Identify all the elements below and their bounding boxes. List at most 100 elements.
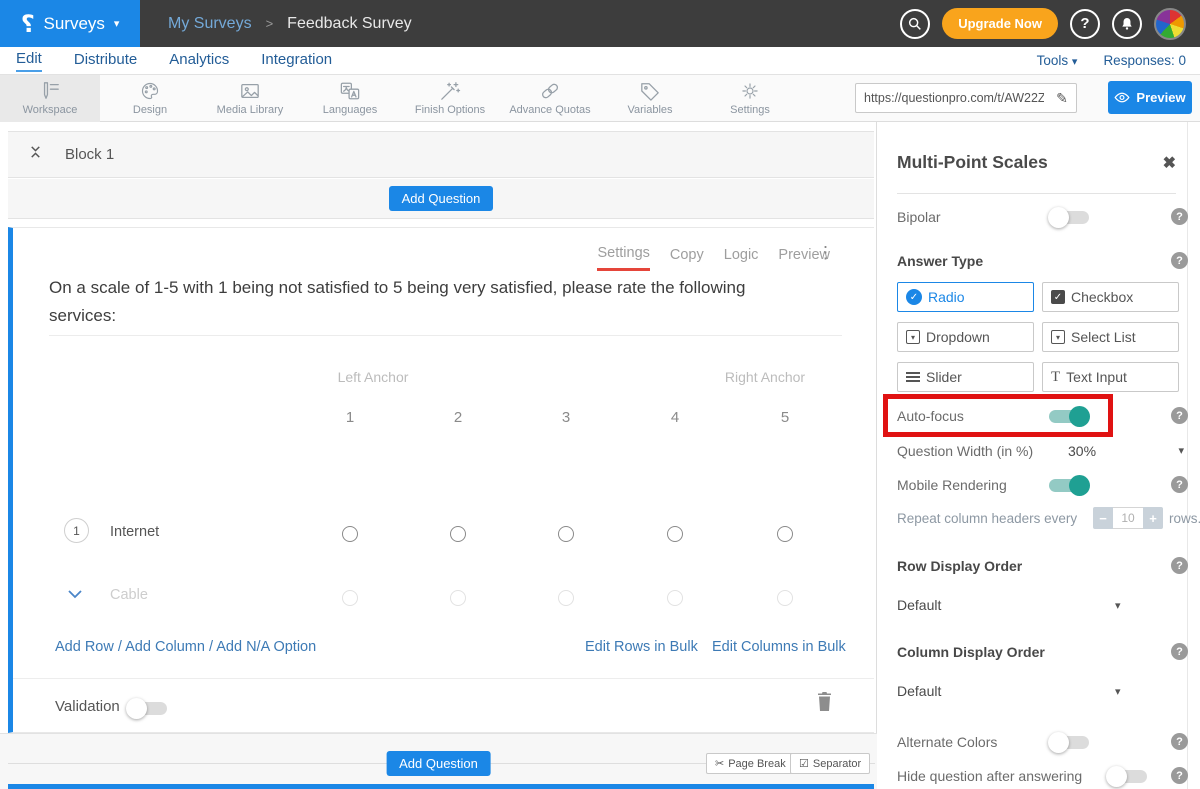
help-button[interactable]: ?: [1070, 9, 1100, 39]
product-switcher[interactable]: ? Surveys ▾: [0, 0, 140, 47]
tab-distribute[interactable]: Distribute: [74, 51, 137, 71]
answer-type-text-input[interactable]: TText Input: [1042, 362, 1179, 392]
radio-internet-1[interactable]: [342, 526, 358, 542]
auto-focus-toggle[interactable]: [1049, 410, 1089, 423]
mobile-rendering-help-icon[interactable]: ?: [1171, 476, 1188, 493]
add-question-button-top[interactable]: Add Question: [389, 186, 494, 211]
answer-type-radio[interactable]: ✓Radio: [897, 282, 1034, 312]
repeat-headers-label: Repeat column headers every: [897, 511, 1077, 526]
question-more-menu-icon[interactable]: ⋮: [817, 243, 834, 263]
row-number-badge[interactable]: 1: [64, 518, 89, 543]
radio-internet-2[interactable]: [450, 526, 466, 542]
column-header-3[interactable]: 3: [546, 409, 586, 426]
column-header-1[interactable]: 1: [330, 409, 370, 426]
separator-button[interactable]: ☑Separator: [790, 753, 870, 774]
answer-type-dropdown[interactable]: ▾Dropdown: [897, 322, 1034, 352]
tag-icon: [639, 81, 661, 101]
radio-cable-3[interactable]: [558, 590, 574, 606]
question-width-value[interactable]: 30%: [1068, 443, 1096, 459]
stepper-plus-button[interactable]: +: [1143, 507, 1163, 529]
survey-nav: Edit Distribute Analytics Integration To…: [0, 47, 1200, 75]
answer-type-select-list[interactable]: ▾Select List: [1042, 322, 1179, 352]
palette-icon: [139, 81, 161, 101]
edit-columns-bulk-link[interactable]: Edit Columns in Bulk: [712, 639, 846, 655]
add-column-link[interactable]: Add Column: [125, 639, 205, 655]
question-tab-settings[interactable]: Settings: [597, 245, 649, 271]
row-label-cable[interactable]: Cable: [110, 587, 148, 603]
hide-after-answering-toggle[interactable]: [1107, 770, 1147, 783]
alternate-colors-toggle[interactable]: [1049, 736, 1089, 749]
close-panel-icon[interactable]: ✖: [1163, 153, 1176, 173]
radio-cable-4[interactable]: [667, 590, 683, 606]
mobile-rendering-toggle[interactable]: [1049, 479, 1089, 492]
radio-internet-4[interactable]: [667, 526, 683, 542]
add-row-link[interactable]: Add Row: [55, 639, 114, 655]
toolbar-workspace[interactable]: Workspace: [0, 75, 100, 122]
toolbar-design[interactable]: Design: [100, 75, 200, 122]
column-display-order-help-icon[interactable]: ?: [1171, 643, 1188, 660]
tab-analytics[interactable]: Analytics: [169, 51, 229, 71]
panel-scrollbar-gutter[interactable]: [1187, 122, 1200, 789]
radio-cable-2[interactable]: [450, 590, 466, 606]
left-anchor-label[interactable]: Left Anchor: [303, 369, 443, 385]
tab-integration[interactable]: Integration: [261, 51, 332, 71]
repeat-headers-row: Repeat column headers every − + rows.: [897, 507, 1166, 529]
radio-internet-3[interactable]: [558, 526, 574, 542]
toolbar-finish-options[interactable]: Finish Options: [400, 75, 500, 122]
search-button[interactable]: [900, 9, 930, 39]
row-chevron-down-icon[interactable]: [67, 586, 83, 604]
radio-check-icon: ✓: [906, 289, 922, 305]
add-question-strip-bottom: Add Question ✂Page Break ☑Separator: [0, 733, 877, 789]
responses-count[interactable]: Responses: 0: [1103, 53, 1186, 68]
survey-url-input[interactable]: [856, 91, 1048, 105]
radio-cable-1[interactable]: [342, 590, 358, 606]
radio-cable-5[interactable]: [777, 590, 793, 606]
toolbar-variables[interactable]: Variables: [600, 75, 700, 122]
row-display-order-help-icon[interactable]: ?: [1171, 557, 1188, 574]
dropdown-icon: ▾: [906, 330, 920, 344]
validation-toggle[interactable]: [127, 702, 167, 715]
toolbar-advance-quotas[interactable]: Advance Quotas: [500, 75, 600, 122]
row-display-order-select[interactable]: Default ▾: [897, 594, 1166, 616]
answer-type-checkbox[interactable]: ✓Checkbox: [1042, 282, 1179, 312]
user-avatar[interactable]: [1154, 8, 1186, 40]
delete-question-trash-icon[interactable]: [817, 692, 832, 716]
column-header-2[interactable]: 2: [438, 409, 478, 426]
stepper-value-input[interactable]: [1113, 507, 1143, 529]
edit-url-pencil-icon[interactable]: ✎: [1048, 90, 1076, 107]
stepper-minus-button[interactable]: −: [1093, 507, 1113, 529]
repeat-headers-stepper: − +: [1093, 507, 1163, 529]
breadcrumb-my-surveys[interactable]: My Surveys: [168, 15, 252, 33]
column-display-order-select[interactable]: Default ▾: [897, 680, 1166, 702]
answer-type-help-icon[interactable]: ?: [1171, 252, 1188, 269]
bipolar-toggle[interactable]: [1049, 211, 1089, 224]
tools-menu[interactable]: Tools ▾: [1037, 53, 1078, 68]
notifications-button[interactable]: [1112, 9, 1142, 39]
question-tab-logic[interactable]: Logic: [724, 247, 759, 270]
column-header-5[interactable]: 5: [765, 409, 805, 426]
collapse-block-icon[interactable]: [28, 145, 43, 164]
question-tab-copy[interactable]: Copy: [670, 247, 704, 270]
bipolar-help-icon[interactable]: ?: [1171, 208, 1188, 225]
mobile-rendering-label: Mobile Rendering: [897, 477, 1007, 493]
toolbar-media-library[interactable]: Media Library: [200, 75, 300, 122]
auto-focus-help-icon[interactable]: ?: [1171, 407, 1188, 424]
page-break-button[interactable]: ✂Page Break: [706, 753, 795, 774]
add-na-option-link[interactable]: Add N/A Option: [216, 639, 316, 655]
question-text[interactable]: On a scale of 1-5 with 1 being not satis…: [49, 274, 814, 329]
column-header-4[interactable]: 4: [655, 409, 695, 426]
row-label-internet[interactable]: Internet: [110, 524, 159, 540]
add-question-button-bottom[interactable]: Add Question: [386, 751, 491, 776]
right-anchor-label[interactable]: Right Anchor: [695, 369, 835, 385]
upgrade-now-button[interactable]: Upgrade Now: [942, 8, 1058, 39]
toolbar-settings[interactable]: Settings: [700, 75, 800, 122]
alternate-colors-help-icon[interactable]: ?: [1171, 733, 1188, 750]
toolbar-languages[interactable]: Languages: [300, 75, 400, 122]
question-width-caret-icon[interactable]: ▾: [1178, 444, 1184, 457]
hide-after-answering-help-icon[interactable]: ?: [1171, 767, 1188, 784]
edit-rows-bulk-link[interactable]: Edit Rows in Bulk: [585, 639, 698, 655]
tab-edit[interactable]: Edit: [16, 50, 42, 72]
preview-button[interactable]: Preview: [1108, 81, 1192, 114]
answer-type-slider[interactable]: Slider: [897, 362, 1034, 392]
radio-internet-5[interactable]: [777, 526, 793, 542]
